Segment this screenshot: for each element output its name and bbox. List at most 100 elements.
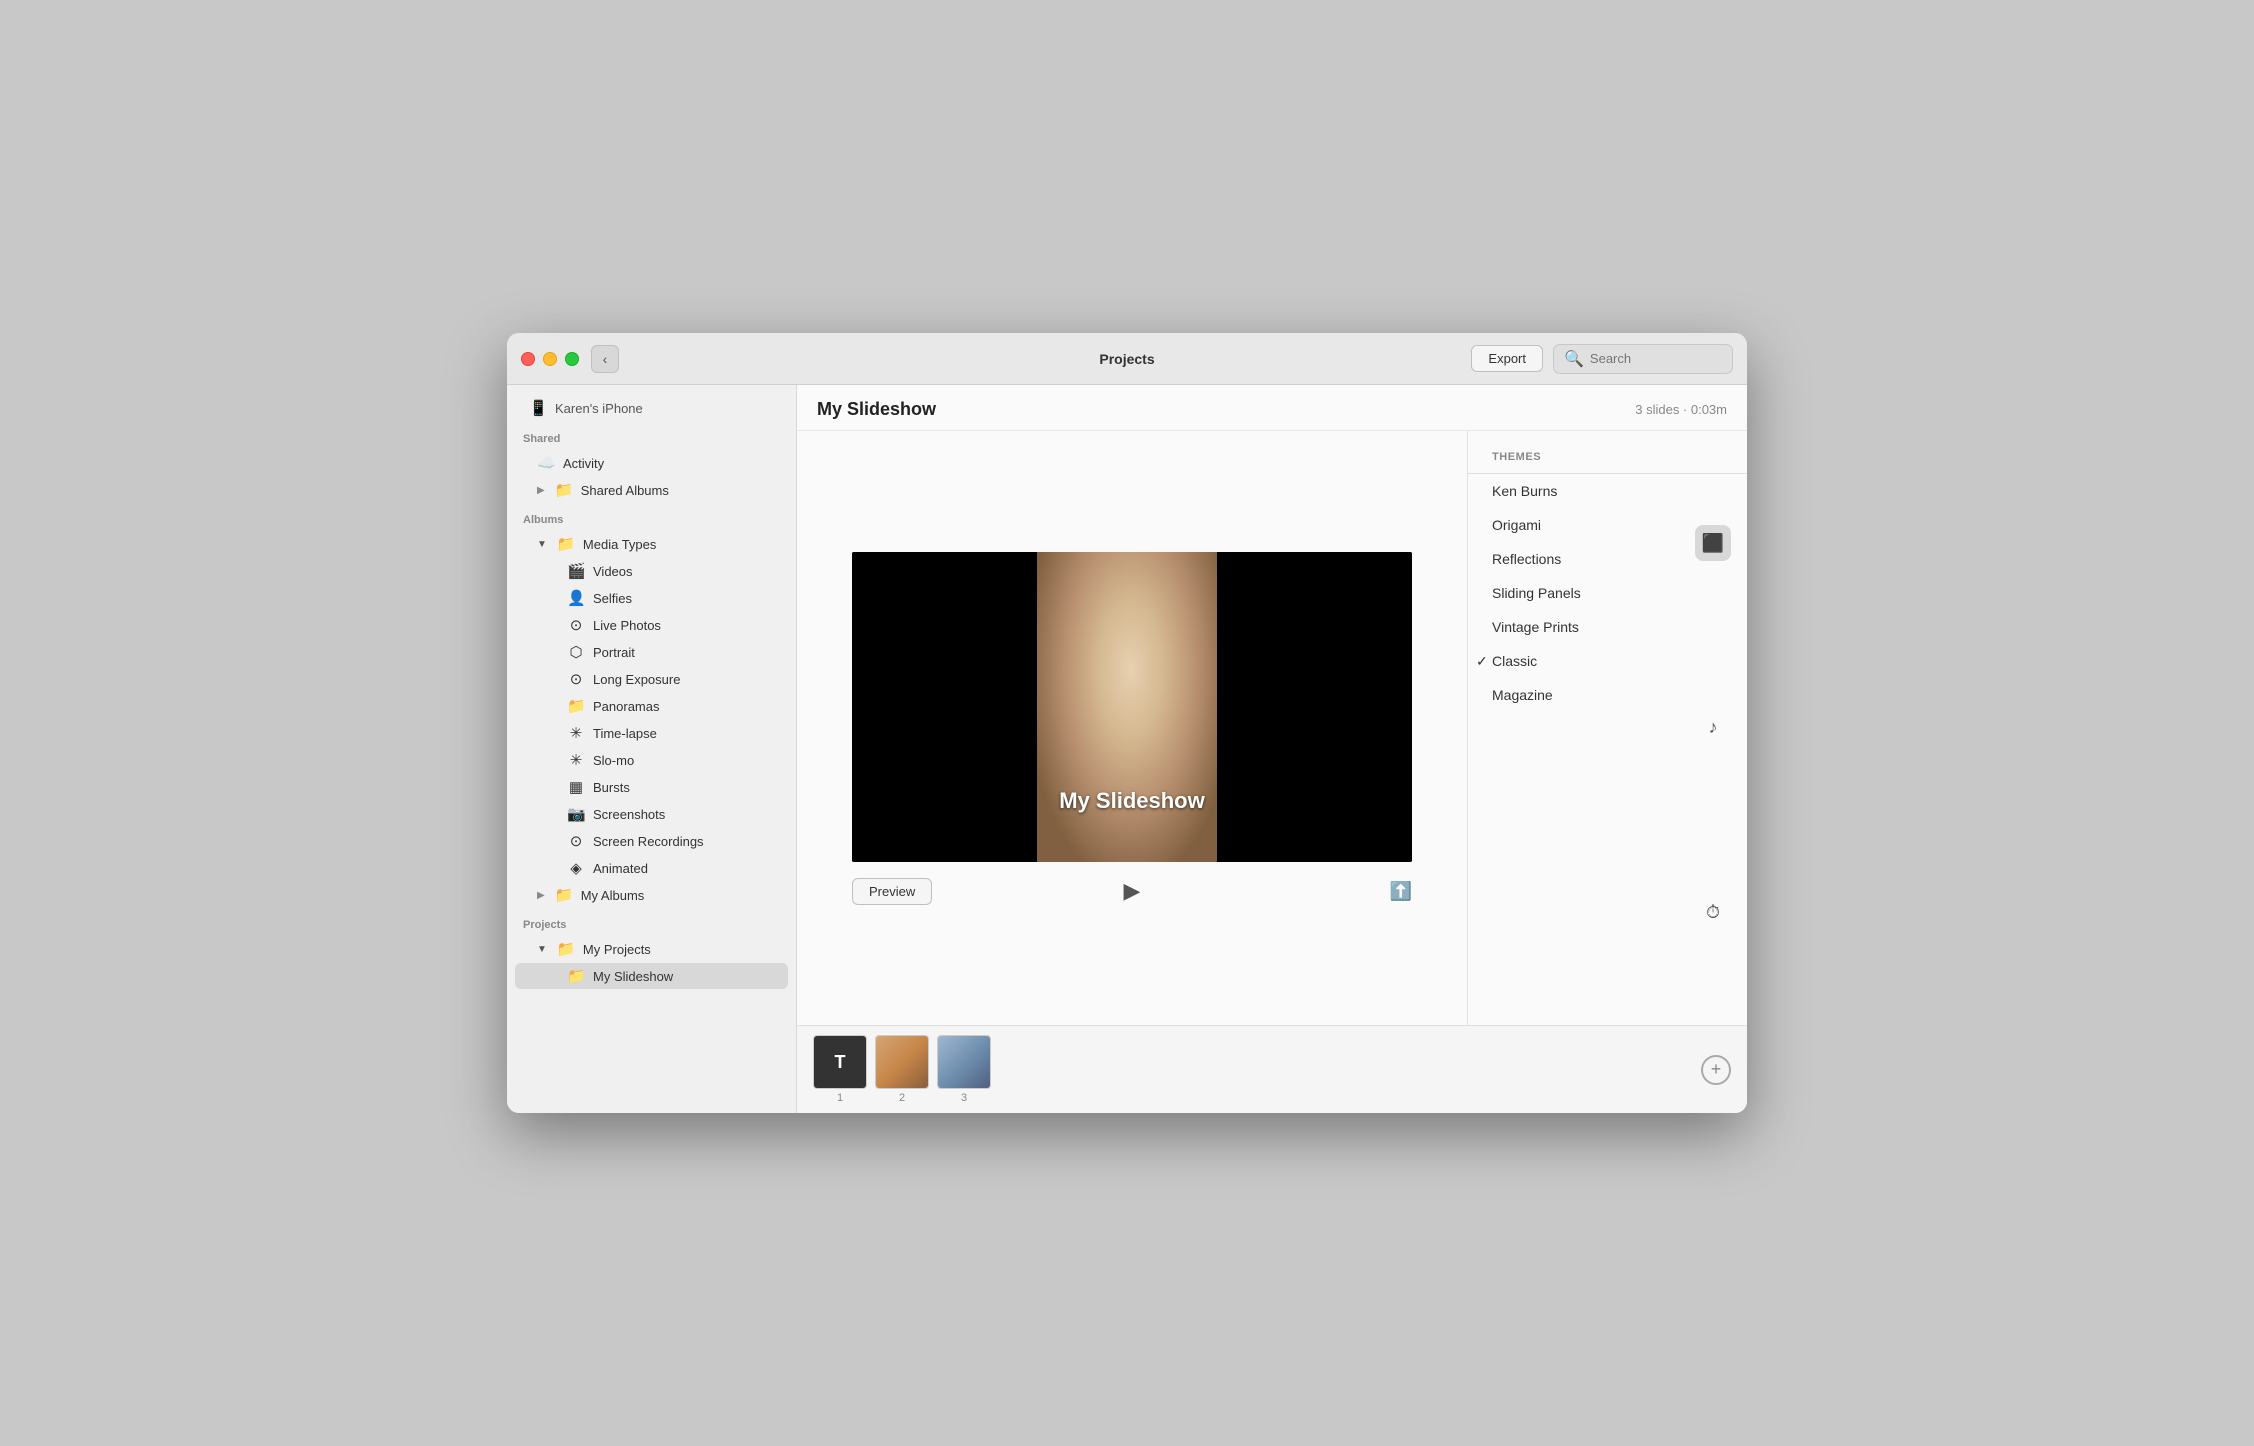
videos-label: Videos [593,564,633,579]
selfies-icon: 👤 [567,589,585,607]
plus-icon: + [1711,1059,1722,1080]
sidebar-item-shared-albums[interactable]: ▶ 📁 Shared Albums [515,477,788,503]
music-icon: ♪ [1709,717,1718,738]
timelapse-icon: ✳ [567,724,585,742]
search-bar[interactable]: 🔍 [1553,344,1733,374]
video-left-panel [852,552,1037,862]
my-projects-arrow: ▼ [537,944,547,955]
filmstrip: T 1 2 3 + [797,1025,1747,1113]
main-layout: 📱 Karen's iPhone Shared ☁️ Activity ▶ 📁 … [507,385,1747,1113]
preview-area: My Slideshow Preview ▶ ⬆️ [797,431,1747,1025]
sidebar-item-bursts[interactable]: ▦ Bursts [515,774,788,800]
panoramas-icon: 📁 [567,697,585,715]
export-button[interactable]: Export [1471,345,1543,372]
screenshots-label: Screenshots [593,807,665,822]
theme-label-sliding-panels: Sliding Panels [1492,585,1581,601]
back-button[interactable]: ‹ [591,345,619,373]
film-thumb-1: T [813,1035,867,1089]
sidebar-item-slomo[interactable]: ✳ Slo-mo [515,747,788,773]
bursts-label: Bursts [593,780,630,795]
slomo-icon: ✳ [567,751,585,769]
slide-info: 3 slides · 0:03m [1635,402,1727,417]
film-thumb-3 [937,1035,991,1089]
video-inner [852,552,1412,862]
subject-photo [1037,552,1217,862]
slides-icon: ⬛ [1702,533,1724,554]
sidebar-item-live-photos[interactable]: ⊙ Live Photos [515,612,788,638]
videos-icon: 🎬 [567,562,585,580]
arrow-down-icon: ▼ [537,539,547,550]
close-button[interactable] [521,352,535,366]
search-icon: 🔍 [1564,349,1584,369]
animated-label: Animated [593,861,648,876]
media-types-label: Media Types [583,537,656,552]
iphone-label: Karen's iPhone [555,401,643,416]
film-num-2: 2 [899,1092,905,1104]
panoramas-label: Panoramas [593,699,659,714]
sidebar-item-media-types[interactable]: ▼ 📁 Media Types [515,531,788,557]
film-frame-3[interactable]: 3 [937,1035,991,1104]
screen-recordings-icon: ⊙ [567,832,585,850]
sidebar-item-animated[interactable]: ◈ Animated [515,855,788,881]
sidebar-item-timelapse[interactable]: ✳ Time-lapse [515,720,788,746]
sidebar-item-long-exposure[interactable]: ⊙ Long Exposure [515,666,788,692]
sidebar-item-activity[interactable]: ☁️ Activity [515,450,788,476]
sidebar-item-selfies[interactable]: 👤 Selfies [515,585,788,611]
sidebar-item-screenshots[interactable]: 📷 Screenshots [515,801,788,827]
my-projects-label: My Projects [583,942,651,957]
music-theme-icon[interactable]: ♪ [1695,710,1731,746]
sidebar-item-my-albums[interactable]: ▶ 📁 My Albums [515,882,788,908]
slideshow-theme-icon[interactable]: ⬛ [1695,525,1731,561]
share-button[interactable]: ⬆️ [1390,881,1412,902]
selfies-label: Selfies [593,591,632,606]
duration-theme-icon[interactable]: ⏱ [1695,895,1731,931]
iphone-item[interactable]: 📱 Karen's iPhone [507,393,796,423]
video-right-panel [1217,552,1412,862]
my-albums-icon: 📁 [555,886,573,904]
play-button[interactable]: ▶ [1124,878,1141,904]
sidebar-item-portrait[interactable]: ⬡ Portrait [515,639,788,665]
play-icon: ▶ [1124,878,1141,903]
slideshow-title: My Slideshow [817,399,936,420]
add-slide-button[interactable]: + [1701,1055,1731,1085]
minimize-button[interactable] [543,352,557,366]
sidebar-item-my-slideshow[interactable]: 📁 My Slideshow [515,963,788,989]
albums-section-label: Albums [507,504,796,530]
screen-recordings-label: Screen Recordings [593,834,704,849]
checkmark-icon: ✓ [1476,653,1488,670]
back-icon: ‹ [603,351,608,367]
theme-label-reflections: Reflections [1492,551,1561,567]
traffic-lights [521,352,579,366]
video-center-panel [1037,552,1217,862]
video-container: My Slideshow [852,552,1412,862]
themes-panel: THEMES Ken Burns Origami Reflections Sli… [1467,431,1747,1025]
share-icon: ⬆️ [1390,881,1412,901]
search-input[interactable] [1590,351,1722,366]
film-frame-1[interactable]: T 1 [813,1035,867,1104]
activity-label: Activity [563,456,604,471]
sidebar-item-panoramas[interactable]: 📁 Panoramas [515,693,788,719]
theme-label-origami: Origami [1492,517,1541,533]
sidebar-item-my-projects[interactable]: ▼ 📁 My Projects [515,936,788,962]
shared-albums-icon: 📁 [555,481,573,499]
film-frame-2[interactable]: 2 [875,1035,929,1104]
sidebar-item-screen-recordings[interactable]: ⊙ Screen Recordings [515,828,788,854]
iphone-icon: 📱 [529,399,547,417]
film-thumb-2 [875,1035,929,1089]
my-albums-arrow: ▶ [537,890,545,901]
live-photos-icon: ⊙ [567,616,585,634]
timer-icon: ⏱ [1706,902,1720,923]
video-section: My Slideshow Preview ▶ ⬆️ [797,431,1467,1025]
film-num-3: 3 [961,1092,967,1104]
maximize-button[interactable] [565,352,579,366]
preview-button[interactable]: Preview [852,878,932,905]
my-slideshow-icon: 📁 [567,967,585,985]
sidebar-item-videos[interactable]: 🎬 Videos [515,558,788,584]
film-thumb-photo-3 [938,1036,990,1088]
theme-label-ken-burns: Ken Burns [1492,483,1557,499]
timelapse-label: Time-lapse [593,726,657,741]
slomo-label: Slo-mo [593,753,634,768]
theme-label-classic: Classic [1492,653,1537,669]
portrait-icon: ⬡ [567,643,585,661]
theme-label-vintage-prints: Vintage Prints [1492,619,1579,635]
